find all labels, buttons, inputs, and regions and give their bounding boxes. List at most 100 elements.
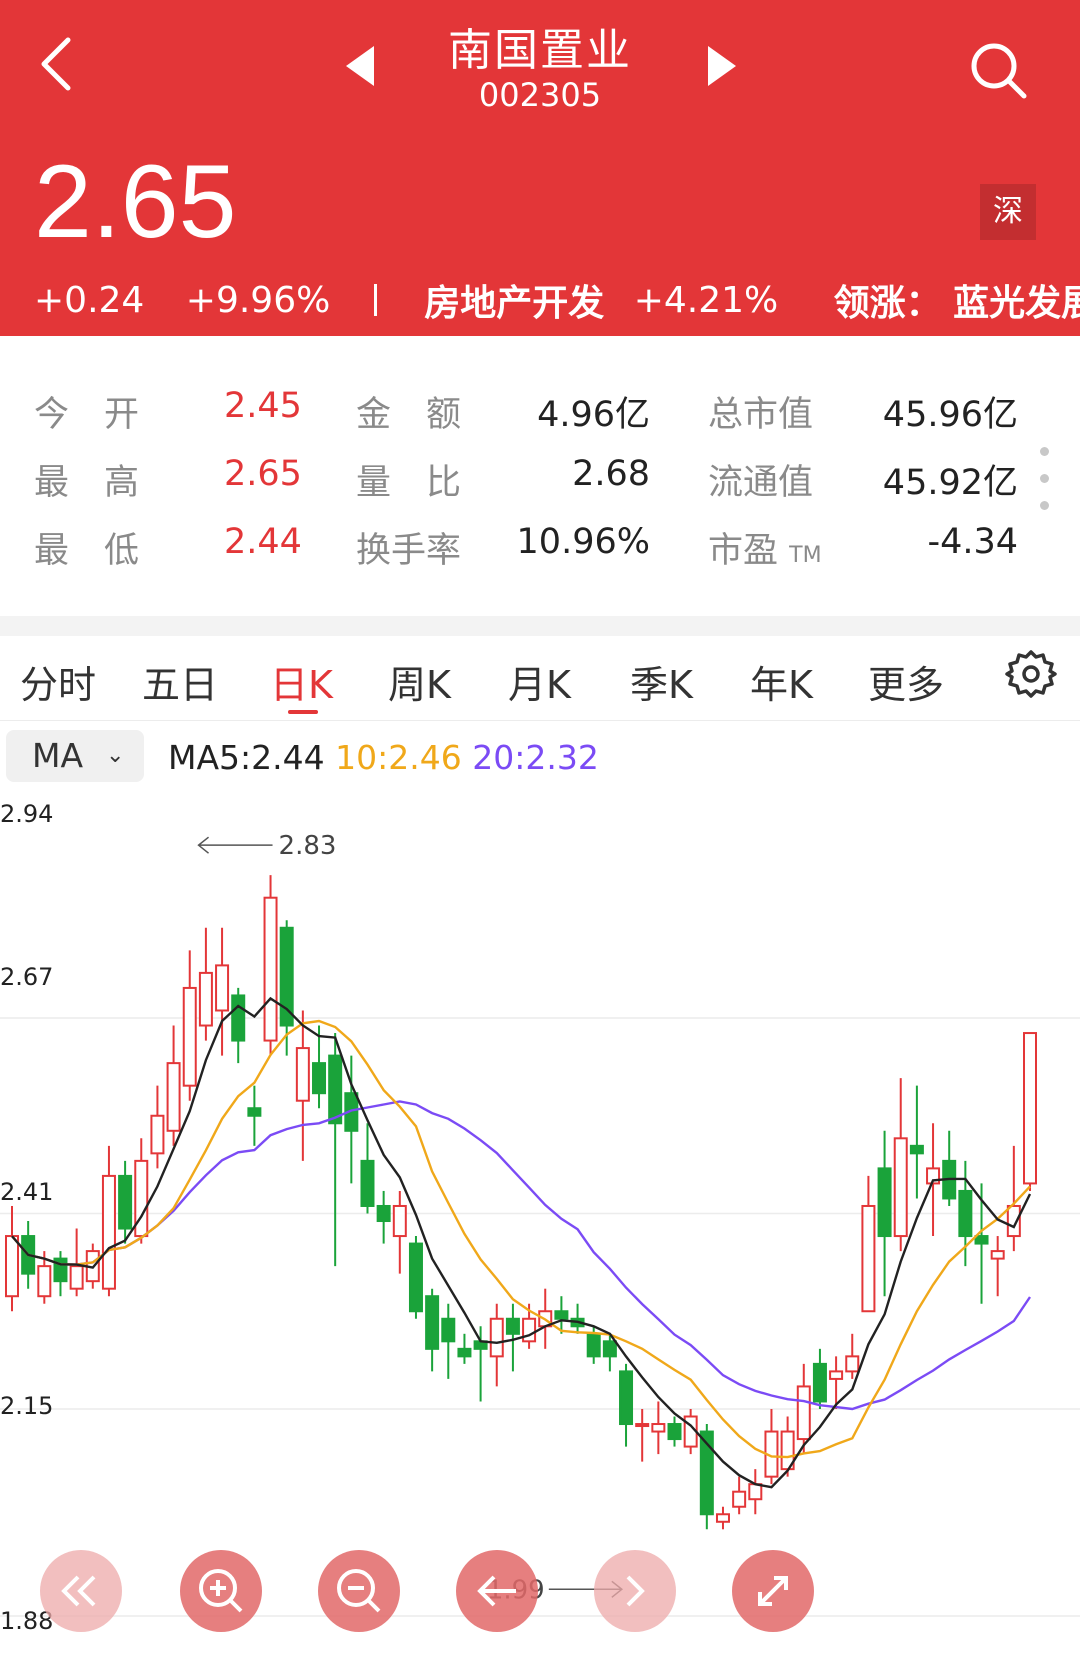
tab-quarterly-k[interactable]: 季K xyxy=(630,654,693,709)
price-change: +0.24 xyxy=(34,279,145,321)
candle-body xyxy=(37,1265,52,1298)
market-cap-label: 总市值 xyxy=(708,395,814,435)
candle-body xyxy=(5,1235,19,1298)
candle-body xyxy=(101,1174,116,1290)
ma20-value: 20:2.32 xyxy=(472,738,599,777)
candle-body xyxy=(522,1317,537,1343)
high-label: 最 高 xyxy=(34,463,140,503)
scroll-right-button[interactable] xyxy=(594,1550,676,1632)
tabs-divider xyxy=(0,720,1080,721)
tab-intraday[interactable]: 分时 xyxy=(20,654,96,709)
candle-body xyxy=(408,1242,423,1313)
scroll-left-button[interactable] xyxy=(456,1550,538,1632)
tab-more[interactable]: 更多 xyxy=(868,654,944,709)
candle-body xyxy=(602,1340,617,1358)
candle-body xyxy=(732,1490,747,1508)
turnover-value: 10.96% xyxy=(516,522,650,562)
candle-body xyxy=(360,1159,375,1207)
zoom-out-button[interactable] xyxy=(318,1550,400,1632)
candle-body xyxy=(247,1107,262,1117)
tab-five-day[interactable]: 五日 xyxy=(142,654,218,709)
stock-code: 002305 xyxy=(478,76,602,114)
fullscreen-button[interactable] xyxy=(732,1550,814,1632)
tab-weekly-k[interactable]: 周K xyxy=(388,654,451,709)
candle-body xyxy=(877,1167,892,1238)
y-tick-label: 2.15 xyxy=(0,1392,54,1420)
current-price: 2.65 xyxy=(34,144,237,260)
zoom-out-icon xyxy=(337,1569,381,1613)
candle-body xyxy=(619,1370,634,1426)
candle-body xyxy=(812,1362,827,1403)
candle-body xyxy=(263,896,278,1042)
candle-body xyxy=(457,1347,472,1358)
indicator-selector[interactable]: MA ⌄ xyxy=(6,730,144,782)
chevron-right-icon xyxy=(626,1575,645,1607)
candle-body xyxy=(166,1062,181,1132)
candle-body xyxy=(796,1385,811,1441)
settings-gear-icon[interactable] xyxy=(1005,648,1057,700)
candle-body xyxy=(748,1483,763,1501)
kline-chart[interactable]: 2.831.99 xyxy=(0,786,1080,1661)
indicator-selector-label: MA xyxy=(32,736,84,775)
candle-body xyxy=(489,1317,504,1358)
candle-body xyxy=(635,1423,650,1428)
pe-label-text: 市盈 xyxy=(708,531,779,571)
market-cap-value: 45.96亿 xyxy=(882,395,1018,435)
divider xyxy=(373,284,377,316)
stock-header: 南国置业 002305 2.65 深 +0.24 +9.96% 房地产开发 +4… xyxy=(0,0,1080,336)
open-label: 今 开 xyxy=(34,395,140,435)
amount-value: 4.96亿 xyxy=(537,395,650,435)
candle-body xyxy=(974,1235,989,1245)
candle-body xyxy=(425,1295,440,1350)
candle-body xyxy=(441,1317,456,1343)
candle-body xyxy=(215,964,230,1012)
sector-name[interactable]: 房地产开发 xyxy=(424,274,604,326)
candle-body xyxy=(392,1204,407,1238)
tab-yearly-k[interactable]: 年K xyxy=(750,654,813,709)
candle-body xyxy=(990,1250,1005,1260)
candle-body xyxy=(845,1355,860,1373)
pe-value: -4.34 xyxy=(927,522,1018,562)
candle-body xyxy=(861,1204,876,1313)
price-change-pct: +9.96% xyxy=(185,279,331,321)
sector-leader-label: 领涨： xyxy=(833,283,942,324)
back-chevron-icon[interactable] xyxy=(36,34,76,94)
y-tick-label: 2.67 xyxy=(0,963,54,991)
candle-body xyxy=(150,1114,165,1155)
candle-body xyxy=(376,1204,391,1223)
candle-body xyxy=(651,1423,666,1433)
float-cap-label: 流通值 xyxy=(708,463,814,503)
candle-body xyxy=(667,1423,682,1441)
candle-body xyxy=(198,971,213,1027)
sector-leader-name[interactable]: 蓝光发展 xyxy=(953,274,1080,326)
ma10-value: 10:2.46 xyxy=(335,738,462,777)
double-chevron-left-icon xyxy=(61,1575,96,1607)
next-stock-icon[interactable] xyxy=(708,46,736,86)
more-dots-icon[interactable] xyxy=(1040,447,1049,528)
float-cap-value: 45.92亿 xyxy=(882,463,1018,503)
period-tabs: 分时 五日 日K 周K 月K 季K 年K 更多 xyxy=(0,636,1080,720)
candle-body xyxy=(295,1047,310,1102)
search-icon[interactable] xyxy=(968,40,1030,102)
tab-monthly-k[interactable]: 月K xyxy=(508,654,571,709)
candle-body xyxy=(909,1144,924,1155)
y-tick-label: 2.94 xyxy=(0,800,54,828)
tab-daily-k[interactable]: 日K xyxy=(270,654,333,709)
candle-body xyxy=(505,1317,520,1335)
fast-back-button[interactable] xyxy=(40,1550,122,1632)
zoom-in-icon xyxy=(199,1569,243,1613)
zoom-in-button[interactable] xyxy=(180,1550,262,1632)
ma5-line xyxy=(11,996,1032,1489)
y-tick-label: 2.41 xyxy=(0,1178,54,1206)
chevron-down-icon: ⌄ xyxy=(106,743,125,768)
exchange-badge: 深 xyxy=(980,184,1036,240)
high-value: 2.65 xyxy=(224,454,302,494)
low-label: 最 低 xyxy=(34,531,140,571)
candle-body xyxy=(182,986,197,1087)
candle-body xyxy=(586,1332,601,1358)
section-gap xyxy=(0,616,1080,636)
candle-body xyxy=(1023,1032,1037,1185)
low-value: 2.44 xyxy=(224,522,302,562)
ma-values: MA5:2.44 10:2.46 20:2.32 xyxy=(168,738,599,777)
candle-body xyxy=(69,1265,84,1290)
